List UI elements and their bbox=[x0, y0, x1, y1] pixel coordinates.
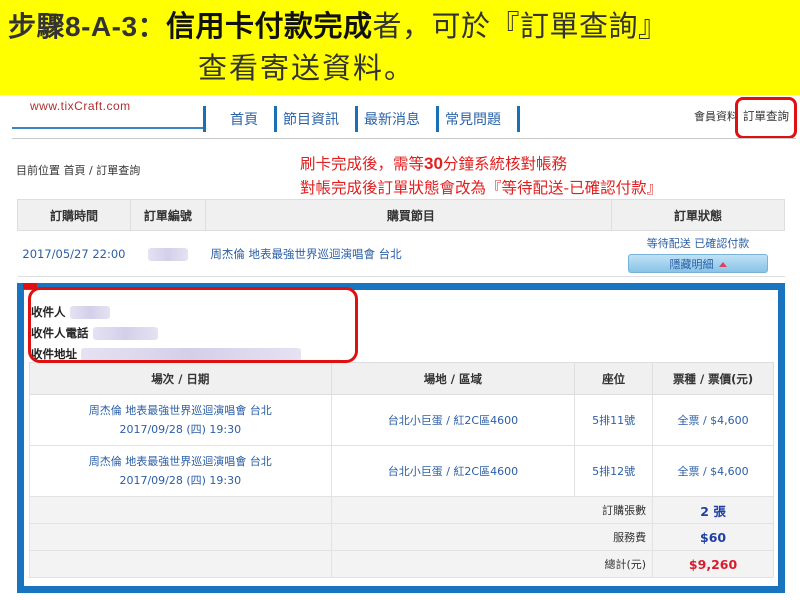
order-number bbox=[130, 230, 206, 277]
total-value: $9,260 bbox=[652, 550, 774, 578]
notice-minutes: 30 bbox=[424, 154, 443, 173]
session-date: 2017/09/28 (四) 19:30 bbox=[119, 423, 242, 436]
notice-text-b: 分鐘系統核對帳務 bbox=[442, 155, 567, 173]
summary-row-total: 總計(元) $9,260 bbox=[29, 550, 774, 578]
ticket-count-label: 訂購張數 bbox=[330, 496, 654, 524]
slide-title-rest: 者，可於『訂單查詢』 bbox=[372, 9, 668, 43]
order-program[interactable]: 周杰倫 地表最強世界巡迴演唱會 台北 bbox=[205, 230, 612, 277]
nav-divider bbox=[517, 106, 520, 132]
ticket-detail-table: 場次 / 日期 場地 / 區域 座位 票種 / 票價(元) 周杰倫 地表最強世界… bbox=[29, 362, 774, 578]
service-fee-label: 服務費 bbox=[330, 523, 654, 551]
session-event: 周杰倫 地表最強世界巡迴演唱會 台北 bbox=[88, 404, 272, 417]
ticket-price: 全票 / $4,600 bbox=[652, 445, 774, 497]
order-time: 2017/05/27 22:00 bbox=[17, 230, 131, 277]
slide-title-line2: 查看寄送資料。 bbox=[198, 51, 416, 85]
payment-notice: 刷卡完成後，需等30分鐘系統核對帳務 對帳完成後訂單狀態會改為『等待配送-已確認… bbox=[300, 152, 662, 200]
session-date: 2017/09/28 (四) 19:30 bbox=[119, 474, 242, 487]
table-row: 周杰倫 地表最強世界巡迴演唱會 台北 2017/09/28 (四) 19:30 台… bbox=[29, 394, 774, 446]
session-cell: 周杰倫 地表最強世界巡迴演唱會 台北 2017/09/28 (四) 19:30 bbox=[29, 394, 332, 446]
main-nav: 首頁 節目資訊 最新消息 常見問題 bbox=[203, 106, 520, 132]
slide-title-emphasis: 信用卡付款完成 bbox=[166, 9, 373, 43]
header-seat: 座位 bbox=[574, 362, 654, 395]
nav-home[interactable]: 首頁 bbox=[203, 106, 274, 132]
table-row: 2017/05/27 22:00 周杰倫 地表最強世界巡迴演唱會 台北 等待配送… bbox=[17, 230, 785, 277]
slide-header: 步驟8-A-3：信用卡付款完成者，可於『訂單查詢』 查看寄送資料。 bbox=[0, 0, 800, 95]
order-query-highlight bbox=[735, 97, 797, 139]
member-profile-link[interactable]: 會員資料 bbox=[694, 108, 739, 124]
header-order-number: 訂單編號 bbox=[129, 199, 206, 231]
site-logo[interactable]: www.tixCraft.com bbox=[30, 99, 131, 113]
summary-spacer bbox=[29, 496, 332, 524]
summary-row-count: 訂購張數 2 張 bbox=[29, 496, 774, 524]
total-label: 總計(元) bbox=[330, 550, 654, 578]
header-venue-area: 場地 / 區域 bbox=[330, 362, 576, 395]
header-order-time: 訂購時間 bbox=[17, 199, 131, 231]
ticket-header-row: 場次 / 日期 場地 / 區域 座位 票種 / 票價(元) bbox=[29, 362, 774, 395]
nav-faq[interactable]: 常見問題 bbox=[436, 106, 517, 132]
header-session-date: 場次 / 日期 bbox=[29, 362, 332, 395]
header-divider bbox=[12, 138, 796, 139]
service-fee-value: $60 bbox=[652, 523, 774, 551]
redacted-order-number bbox=[147, 247, 188, 261]
orders-table: 訂購時間 訂單編號 購買節目 訂單狀態 2017/05/27 22:00 周杰倫… bbox=[17, 199, 785, 277]
venue-area: 台北小巨蛋 / 紅2C區4600 bbox=[330, 394, 576, 446]
ticket-price: 全票 / $4,600 bbox=[652, 394, 774, 446]
header-order-status: 訂單狀態 bbox=[611, 199, 785, 231]
summary-spacer bbox=[29, 550, 332, 578]
table-row: 周杰倫 地表最強世界巡迴演唱會 台北 2017/09/28 (四) 19:30 台… bbox=[29, 445, 774, 497]
notice-line1: 刷卡完成後，需等30分鐘系統核對帳務 bbox=[300, 152, 662, 176]
summary-spacer bbox=[29, 523, 332, 551]
recipient-highlight bbox=[28, 287, 358, 363]
logo-underline bbox=[12, 127, 204, 129]
notice-line2: 對帳完成後訂單狀態會改為『等待配送-已確認付款』 bbox=[300, 179, 663, 197]
summary-row-fee: 服務費 $60 bbox=[29, 523, 774, 551]
seat-number: 5排11號 bbox=[574, 394, 654, 446]
breadcrumb: 目前位置 首頁 / 訂單查詢 bbox=[16, 164, 141, 177]
venue-area: 台北小巨蛋 / 紅2C區4600 bbox=[330, 445, 576, 497]
hide-details-button[interactable]: 隱藏明細 bbox=[628, 253, 769, 273]
nav-news[interactable]: 最新消息 bbox=[355, 106, 436, 132]
ticket-count-value: 2 張 bbox=[652, 496, 774, 524]
header-ticket-price: 票種 / 票價(元) bbox=[652, 362, 774, 395]
status-badge: 等待配送 已確認付款 bbox=[646, 236, 750, 250]
session-event: 周杰倫 地表最強世界巡迴演唱會 台北 bbox=[88, 455, 272, 468]
session-cell: 周杰倫 地表最強世界巡迴演唱會 台北 2017/09/28 (四) 19:30 bbox=[29, 445, 332, 497]
orders-header-row: 訂購時間 訂單編號 購買節目 訂單狀態 bbox=[17, 199, 785, 231]
slide-title-line1: 步驟8-A-3：信用卡付款完成者，可於『訂單查詢』 bbox=[8, 6, 668, 47]
seat-number: 5排12號 bbox=[574, 445, 654, 497]
step-code: 步驟8-A-3： bbox=[8, 11, 167, 42]
hide-details-label: 隱藏明細 bbox=[669, 257, 714, 271]
caret-up-icon bbox=[718, 262, 727, 267]
order-status-cell: 等待配送 已確認付款 隱藏明細 bbox=[611, 230, 785, 277]
notice-text-a: 刷卡完成後，需等 bbox=[300, 155, 425, 173]
nav-events[interactable]: 節目資訊 bbox=[274, 106, 355, 132]
header-program: 購買節目 bbox=[204, 199, 613, 231]
